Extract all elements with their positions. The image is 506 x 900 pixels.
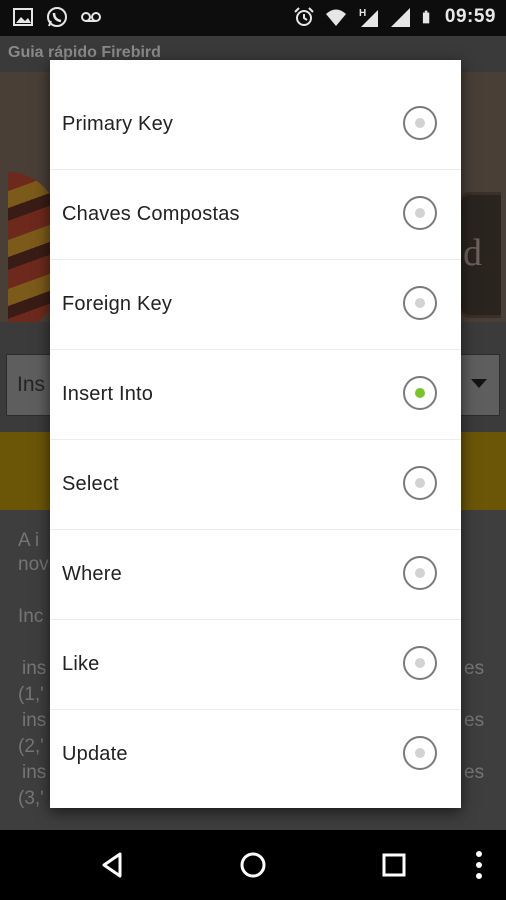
body-line-right: es [464,658,485,679]
radio-dot [415,298,425,308]
option-label: Chaves Compostas [62,203,240,225]
option-insert-into[interactable]: Insert Into [50,350,461,440]
topic-selection-dialog: Primary Key Chaves Compostas Foreign Key… [50,60,461,808]
option-label: Foreign Key [62,293,173,315]
body-line: ins [22,762,47,783]
navigation-bar [0,830,506,900]
radio-button[interactable] [403,196,437,230]
h-signal-icon: H [359,8,378,27]
option-chaves-compostas[interactable]: Chaves Compostas [50,170,461,260]
radio-button[interactable] [403,646,437,680]
hero-sign-text: d [463,232,482,274]
body-line: (3,' [18,788,44,809]
body-line: Inc [18,606,44,627]
option-label: Insert Into [62,383,154,405]
radio-button[interactable] [403,466,437,500]
back-icon[interactable] [96,848,130,882]
option-select[interactable]: Select [50,440,461,530]
image-icon [13,8,33,26]
body-line: ins [22,658,47,679]
option-label: Where [62,563,122,585]
radio-dot [415,658,425,668]
radio-dot [415,478,425,488]
option-label: Primary Key [62,113,174,135]
dropdown-caret-icon [471,379,487,388]
option-foreign-key[interactable]: Foreign Key [50,260,461,350]
option-label: Select [62,473,119,495]
radio-button-checked[interactable] [403,376,437,410]
radio-dot [415,118,425,128]
battery-icon [422,10,430,24]
radio-dot [415,208,425,218]
whatsapp-icon [47,7,67,27]
radio-dot [415,388,425,398]
svg-text:H: H [359,8,366,19]
body-line-right: es [464,762,485,783]
option-label: Update [62,743,128,765]
alarm-icon [294,7,314,26]
body-line-right: es [464,710,485,731]
signal-icon-2 [390,8,410,27]
option-update[interactable]: Update [50,710,461,800]
radio-button[interactable] [403,556,437,590]
radio-button[interactable] [403,736,437,770]
option-label: Like [62,653,100,675]
option-where[interactable]: Where [50,530,461,620]
recents-icon[interactable] [377,848,411,882]
spinner-text: Ins [17,373,46,396]
clock: 09:59 [444,6,496,27]
radio-dot [415,748,425,758]
voicemail-icon [81,12,101,22]
status-bar: H 09:59 [0,0,506,36]
body-line: A i [18,530,40,551]
radio-button[interactable] [403,106,437,140]
body-line: ins [22,710,47,731]
wifi-icon [325,9,346,26]
radio-dot [415,568,425,578]
option-like[interactable]: Like [50,620,461,710]
body-line: (1,' [18,684,44,705]
body-line: nov [18,554,49,575]
hero-sign: d [458,192,501,318]
option-primary-key[interactable]: Primary Key [50,80,461,170]
overflow-menu-icon[interactable] [462,848,496,882]
body-line: (2,' [18,736,44,757]
radio-button[interactable] [403,286,437,320]
home-icon[interactable] [236,848,270,882]
